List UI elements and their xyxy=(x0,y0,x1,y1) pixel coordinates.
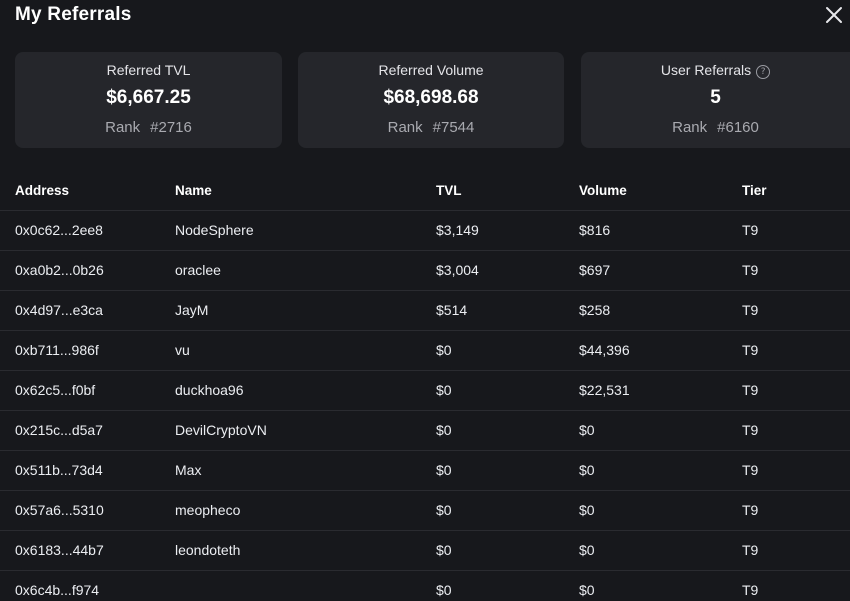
cell-address[interactable]: 0x6183...44b7 xyxy=(15,531,104,569)
cell-address[interactable]: 0x4d97...e3ca xyxy=(15,291,103,329)
cell-tier: T9 xyxy=(742,502,759,518)
stat-label: User Referrals xyxy=(660,62,752,78)
cell-tvl: $0 xyxy=(436,462,452,478)
cell-address[interactable]: 0x215c...d5a7 xyxy=(15,411,103,449)
cell-address[interactable]: 0x6c4b...f974 xyxy=(15,571,99,601)
cell-tvl: $0 xyxy=(436,542,452,558)
cell-volume: $0 xyxy=(579,422,595,438)
cell-tier: T9 xyxy=(742,302,759,318)
cell-tier: T9 xyxy=(742,422,759,438)
cell-name: duckhoa96 xyxy=(175,382,244,398)
cell-tier: T9 xyxy=(742,262,759,278)
table-row[interactable]: 0xa0b2...0b26 oraclee $3,004 $697 T9 xyxy=(0,251,850,291)
cell-tier: T9 xyxy=(742,342,759,358)
stat-rank: Rank #2716 xyxy=(15,119,282,136)
close-icon[interactable] xyxy=(824,5,844,25)
stat-card-user-referrals: User Referrals? 5 Rank #6160 xyxy=(581,52,850,148)
cell-volume: $697 xyxy=(579,262,611,278)
cell-volume: $0 xyxy=(579,502,595,518)
table-row[interactable]: 0x0c62...2ee8 NodeSphere $3,149 $816 T9 xyxy=(0,211,850,251)
header-name[interactable]: Name xyxy=(175,172,212,210)
cell-tvl: $0 xyxy=(436,342,452,358)
cell-volume: $816 xyxy=(579,222,611,238)
table-row[interactable]: 0x4d97...e3ca JayM $514 $258 T9 xyxy=(0,291,850,331)
rank-value: #7544 xyxy=(432,119,475,136)
cell-address[interactable]: 0x57a6...5310 xyxy=(15,491,104,529)
stat-value: 5 xyxy=(710,87,721,108)
cell-name: leondoteth xyxy=(175,542,241,558)
cell-name: meopheco xyxy=(175,502,241,518)
cell-tvl: $3,004 xyxy=(436,262,479,278)
stat-value: $6,667.25 xyxy=(106,87,191,108)
rank-label: Rank xyxy=(387,119,423,136)
cell-name: Max xyxy=(175,462,202,478)
cell-tvl: $0 xyxy=(436,422,452,438)
rank-label: Rank xyxy=(672,119,708,136)
cell-tier: T9 xyxy=(742,582,759,598)
table-row[interactable]: 0x215c...d5a7 DevilCryptoVN $0 $0 T9 xyxy=(0,411,850,451)
stat-card-referred-volume: Referred Volume $68,698.68 Rank #7544 xyxy=(298,52,564,148)
table-header: Address Name TVL Volume Tier xyxy=(0,172,850,211)
cell-tvl: $0 xyxy=(436,582,452,598)
cell-name: NodeSphere xyxy=(175,222,254,238)
cell-volume: $44,396 xyxy=(579,342,630,358)
stats-cards: Referred TVL $6,667.25 Rank #2716 Referre… xyxy=(15,52,850,148)
cell-address[interactable]: 0x511b...73d4 xyxy=(15,451,103,489)
table-row[interactable]: 0x6183...44b7 leondoteth $0 $0 T9 xyxy=(0,531,850,571)
cell-tier: T9 xyxy=(742,222,759,238)
table-row[interactable]: 0x57a6...5310 meopheco $0 $0 T9 xyxy=(0,491,850,531)
cell-volume: $0 xyxy=(579,542,595,558)
stat-label: Referred Volume xyxy=(378,62,484,78)
cell-name: JayM xyxy=(175,302,209,318)
cell-address[interactable]: 0x0c62...2ee8 xyxy=(15,211,103,249)
rank-value: #6160 xyxy=(717,119,759,136)
table-row[interactable]: 0xb711...986f vu $0 $44,396 T9 xyxy=(0,331,850,371)
stat-rank: Rank #7544 xyxy=(298,119,564,136)
cell-tier: T9 xyxy=(742,462,759,478)
cell-address[interactable]: 0xa0b2...0b26 xyxy=(15,251,104,289)
cell-volume: $22,531 xyxy=(579,382,630,398)
cell-address[interactable]: 0xb711...986f xyxy=(15,331,99,369)
modal-title: My Referrals xyxy=(15,4,132,25)
table-row[interactable]: 0x62c5...f0bf duckhoa96 $0 $22,531 T9 xyxy=(0,371,850,411)
rank-label: Rank xyxy=(105,119,141,136)
cell-name: oraclee xyxy=(175,262,221,278)
cell-name: DevilCryptoVN xyxy=(175,422,267,438)
help-circle-icon[interactable]: ? xyxy=(756,65,771,79)
cell-tvl: $514 xyxy=(436,302,468,318)
referrals-modal: My Referrals Referred TVL $6,667.25 Rank… xyxy=(0,0,850,601)
stat-card-referred-tvl: Referred TVL $6,667.25 Rank #2716 xyxy=(15,52,282,148)
cell-address[interactable]: 0x62c5...f0bf xyxy=(15,371,95,409)
cell-tvl: $0 xyxy=(436,382,452,398)
header-tvl[interactable]: TVL xyxy=(436,172,462,210)
cell-volume: $0 xyxy=(579,462,595,478)
cell-name: vu xyxy=(175,342,190,358)
stat-rank: Rank #6160 xyxy=(581,119,850,136)
cell-volume: $258 xyxy=(579,302,611,318)
cell-tier: T9 xyxy=(742,542,759,558)
table-row[interactable]: 0x6c4b...f974 $0 $0 T9 xyxy=(0,571,850,601)
cell-tvl: $0 xyxy=(436,502,452,518)
cell-tier: T9 xyxy=(742,382,759,398)
cell-tvl: $3,149 xyxy=(436,222,479,238)
cell-volume: $0 xyxy=(579,582,595,598)
stat-value: $68,698.68 xyxy=(383,87,479,108)
header-tier[interactable]: Tier xyxy=(742,172,767,210)
stat-label-wrap: User Referrals? xyxy=(581,62,850,79)
referrals-table: Address Name TVL Volume Tier 0x0c62...2e… xyxy=(0,172,850,601)
rank-value: #2716 xyxy=(150,119,192,136)
table-row[interactable]: 0x511b...73d4 Max $0 $0 T9 xyxy=(0,451,850,491)
header-address[interactable]: Address xyxy=(15,172,69,210)
header-volume[interactable]: Volume xyxy=(579,172,627,210)
stat-label: Referred TVL xyxy=(106,62,191,78)
